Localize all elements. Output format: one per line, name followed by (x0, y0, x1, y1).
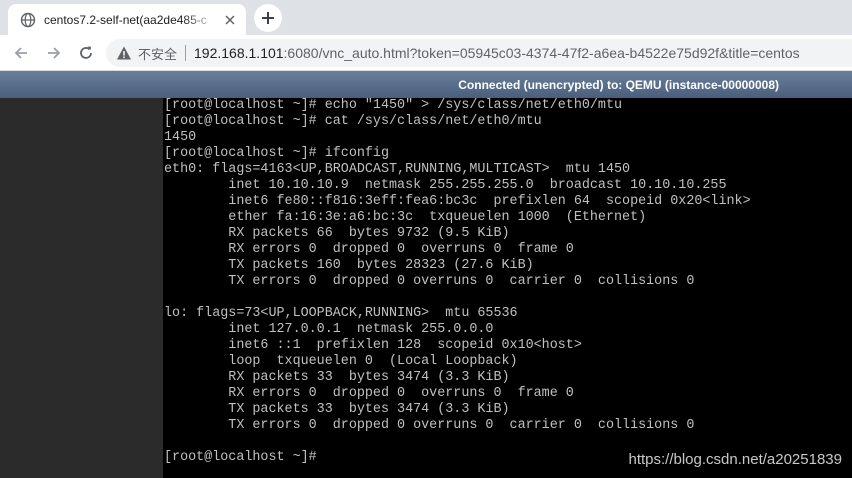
url-path: :6080/vnc_auto.html?token=05945c03-4374-… (283, 45, 800, 61)
browser-toolbar: 不安全 192.168.1.101:6080/vnc_auto.html?tok… (0, 35, 852, 71)
console-line: inet 127.0.0.1 netmask 255.0.0.0 (164, 322, 494, 337)
console-line: inet6 fe80::f816:3eff:fea6:bc3c prefixle… (164, 194, 751, 209)
console-line: RX errors 0 dropped 0 overruns 0 frame 0 (164, 242, 574, 257)
console-line: TX errors 0 dropped 0 overruns 0 carrier… (164, 274, 695, 289)
back-button[interactable] (9, 41, 33, 65)
plus-icon (261, 11, 275, 25)
console-line: inet 10.10.10.9 netmask 255.255.255.0 br… (164, 178, 727, 193)
console-line: [root@localhost ~]# echo "1450" > /sys/c… (164, 98, 623, 113)
tab-title: centos7.2-self-net(aa2de485-c (44, 12, 207, 27)
console-line: TX packets 160 bytes 28323 (27.6 KiB) (164, 258, 534, 273)
url-host: 192.168.1.101 (194, 45, 284, 61)
reload-icon (78, 45, 94, 61)
console-line: RX errors 0 dropped 0 overruns 0 frame 0 (164, 386, 574, 401)
globe-icon (20, 12, 36, 28)
omnibox-divider (185, 45, 187, 61)
new-tab-button[interactable] (254, 4, 282, 32)
security-label[interactable]: 不安全 (138, 44, 177, 63)
watermark: https://blog.csdn.net/a20251839 (628, 451, 842, 468)
console-line: inet6 ::1 prefixlen 128 scopeid 0x10<hos… (164, 338, 582, 353)
vnc-status-text: Connected (unencrypted) to: QEMU (instan… (458, 77, 779, 92)
console-line: ether fa:16:3e:a6:bc:3c txqueuelen 1000 … (164, 210, 647, 225)
reload-button[interactable] (74, 41, 98, 65)
forward-button[interactable] (42, 41, 66, 65)
vnc-status-bar: Connected (unencrypted) to: QEMU (instan… (0, 71, 852, 98)
address-bar[interactable]: 不安全 192.168.1.101:6080/vnc_auto.html?tok… (106, 39, 852, 67)
console-line: TX errors 0 dropped 0 overruns 0 carrier… (164, 418, 695, 433)
browser-tab[interactable]: centos7.2-self-net(aa2de485-c (8, 4, 246, 35)
back-arrow-icon (13, 45, 29, 61)
vnc-console-screen[interactable]: [root@localhost ~]# echo "1450" > /sys/c… (163, 98, 852, 478)
console-line: [root@localhost ~]# (164, 450, 317, 465)
console-line: eth0: flags=4163<UP,BROADCAST,RUNNING,MU… (164, 162, 631, 177)
console-line: 1450 (164, 130, 197, 145)
console-line: TX packets 33 bytes 3474 (3.3 KiB) (164, 402, 510, 417)
console-line: RX packets 33 bytes 3474 (3.3 KiB) (164, 370, 510, 385)
vnc-viewport: [root@localhost ~]# echo "1450" > /sys/c… (0, 98, 852, 478)
console-line: [root@localhost ~]# cat /sys/class/net/e… (164, 114, 542, 129)
console-line: lo: flags=73<UP,LOOPBACK,RUNNING> mtu 65… (164, 306, 518, 321)
close-icon[interactable] (222, 12, 238, 28)
console-line: loop txqueuelen 0 (Local Loopback) (164, 354, 518, 369)
console-line: [root@localhost ~]# ifconfig (164, 146, 389, 161)
warning-icon[interactable] (116, 45, 132, 61)
tab-strip: centos7.2-self-net(aa2de485-c (0, 0, 852, 35)
console-line: RX packets 66 bytes 9732 (9.5 KiB) (164, 226, 510, 241)
url-text[interactable]: 192.168.1.101:6080/vnc_auto.html?token=0… (194, 45, 800, 61)
forward-arrow-icon (46, 45, 62, 61)
